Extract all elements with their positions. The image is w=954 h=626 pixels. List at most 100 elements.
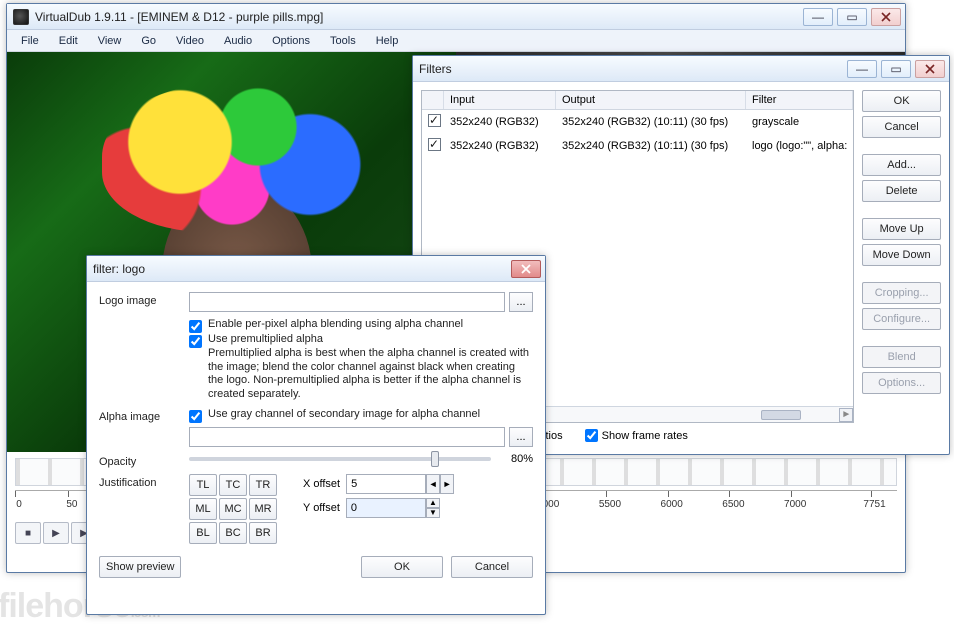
transport-stop-button[interactable]: ■ [15,522,41,544]
options-button: Options... [862,372,941,394]
y-offset-dec-button[interactable]: ▼ [426,508,440,518]
filters-row[interactable]: 352x240 (RGB32) 352x240 (RGB32) (10:11) … [422,110,853,134]
col-input[interactable]: Input [444,91,556,109]
just-br[interactable]: BR [249,522,277,544]
opacity-slider[interactable] [189,457,491,461]
premultiplied-desc: Premultiplied alpha is best when the alp… [208,347,533,402]
logo-cancel-button[interactable]: Cancel [451,556,533,578]
x-offset-spinner[interactable]: ◄ ► [346,474,454,494]
row-output: 352x240 (RGB32) (10:11) (30 fps) [556,114,746,130]
filters-title: Filters [419,62,847,76]
logo-ok-button[interactable]: OK [361,556,443,578]
row-checkbox[interactable] [428,138,441,151]
just-bl[interactable]: BL [189,522,217,544]
blend-button: Blend [862,346,941,368]
show-frame-rates-input[interactable] [585,429,598,442]
ruler-tick: 6000 [657,499,687,510]
ruler-tick: 7751 [860,499,890,510]
enable-alpha-label: Enable per-pixel alpha blending using al… [208,318,463,332]
just-ml[interactable]: ML [189,498,217,520]
x-offset-dec-button[interactable]: ◄ [426,474,440,494]
cropping-button: Cropping... [862,282,941,304]
menu-video[interactable]: Video [166,33,214,49]
col-output[interactable]: Output [556,91,746,109]
menu-tools[interactable]: Tools [320,33,366,49]
move-up-button[interactable]: Move Up [862,218,941,240]
logo-title: filter: logo [93,262,511,276]
add-button[interactable]: Add... [862,154,941,176]
show-preview-button[interactable]: Show preview [99,556,181,578]
filters-close-button[interactable] [915,60,945,78]
filters-titlebar[interactable]: Filters — ▭ [413,56,949,82]
use-gray-channel-label: Use gray channel of secondary image for … [208,408,480,422]
menu-file[interactable]: File [11,33,49,49]
scroll-thumb[interactable] [761,410,801,420]
row-filter: grayscale [746,114,853,130]
menu-help[interactable]: Help [366,33,409,49]
just-tr[interactable]: TR [249,474,277,496]
menu-audio[interactable]: Audio [214,33,262,49]
row-checkbox[interactable] [428,114,441,127]
logo-close-button[interactable] [511,260,541,278]
ruler-tick: 5500 [595,499,625,510]
justification-grid: TL TC TR ML MC MR BL BC BR [189,474,277,544]
configure-button: Configure... [862,308,941,330]
y-offset-spinner[interactable]: ▲ ▼ [346,498,440,518]
main-titlebar[interactable]: VirtualDub 1.9.11 - [EMINEM & D12 - purp… [7,4,905,30]
menu-options[interactable]: Options [262,33,320,49]
row-filter: logo (logo:"", alpha: [746,138,853,154]
main-title: VirtualDub 1.9.11 - [EMINEM & D12 - purp… [35,10,803,24]
x-offset-input[interactable] [346,474,426,494]
opacity-slider-knob[interactable] [431,451,439,467]
alpha-image-label: Alpha image [99,408,181,423]
opacity-label: Opacity [99,453,181,468]
use-premultiplied-checkbox[interactable] [189,335,202,348]
filters-side-buttons: OK Cancel Add... Delete Move Up Move Dow… [862,90,941,446]
cancel-button[interactable]: Cancel [862,116,941,138]
justification-label: Justification [99,474,181,489]
alpha-image-browse-button[interactable]: ... [509,427,533,447]
minimize-button[interactable]: — [803,8,833,26]
row-input: 352x240 (RGB32) [444,114,556,130]
x-offset-label: X offset [303,478,340,490]
enable-alpha-checkbox[interactable] [189,320,202,333]
just-bc[interactable]: BC [219,522,247,544]
logo-image-input[interactable] [189,292,505,312]
col-filter[interactable]: Filter [746,91,853,109]
move-down-button[interactable]: Move Down [862,244,941,266]
show-frame-rates-checkbox[interactable]: Show frame rates [585,429,688,442]
transport-play-in-button[interactable]: ▶ [43,522,69,544]
menu-edit[interactable]: Edit [49,33,88,49]
ok-button[interactable]: OK [862,90,941,112]
alpha-image-input[interactable] [189,427,505,447]
logo-filter-dialog: filter: logo Logo image ... Enable per-p… [86,255,546,615]
just-tc[interactable]: TC [219,474,247,496]
logo-image-browse-button[interactable]: ... [509,292,533,312]
close-icon [924,64,936,74]
use-gray-channel-checkbox[interactable] [189,410,202,423]
just-tl[interactable]: TL [189,474,217,496]
menu-go[interactable]: Go [131,33,166,49]
menubar: File Edit View Go Video Audio Options To… [7,30,905,52]
close-icon [880,12,892,22]
row-output: 352x240 (RGB32) (10:11) (30 fps) [556,138,746,154]
logo-image-label: Logo image [99,292,181,307]
just-mr[interactable]: MR [249,498,277,520]
y-offset-inc-button[interactable]: ▲ [426,498,440,508]
maximize-button[interactable]: ▭ [837,8,867,26]
filters-minimize-button[interactable]: — [847,60,877,78]
close-button[interactable] [871,8,901,26]
ruler-tick: 6500 [718,499,748,510]
x-offset-inc-button[interactable]: ► [440,474,454,494]
logo-titlebar[interactable]: filter: logo [87,256,545,282]
menu-view[interactable]: View [88,33,132,49]
scroll-right-icon[interactable]: ► [839,408,853,422]
ruler-tick: 0 [4,499,34,510]
row-input: 352x240 (RGB32) [444,138,556,154]
filters-row[interactable]: 352x240 (RGB32) 352x240 (RGB32) (10:11) … [422,134,853,158]
delete-button[interactable]: Delete [862,180,941,202]
ruler-tick: 7000 [780,499,810,510]
filters-maximize-button[interactable]: ▭ [881,60,911,78]
y-offset-input[interactable] [346,498,426,518]
just-mc[interactable]: MC [219,498,247,520]
